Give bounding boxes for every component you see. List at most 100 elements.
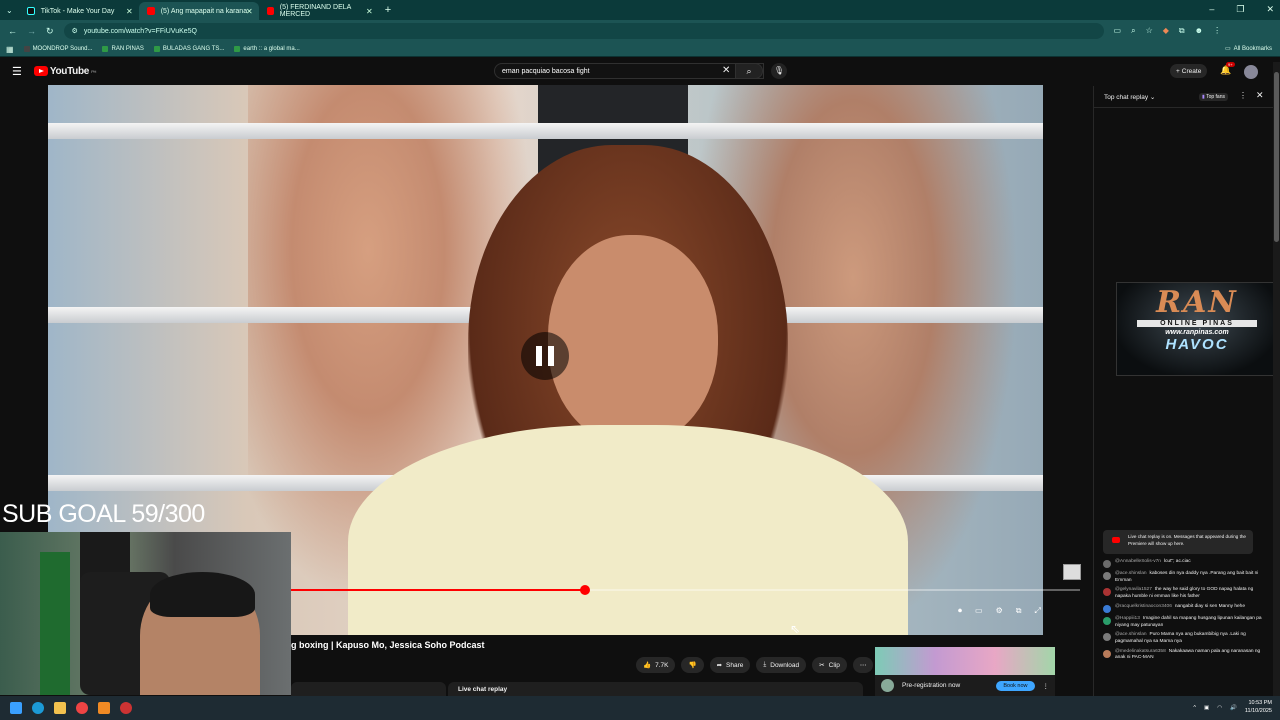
account-avatar[interactable] bbox=[1244, 65, 1258, 79]
clip-label: Clip bbox=[828, 661, 840, 669]
live-chat-replay-tab[interactable]: Live chat replay bbox=[448, 682, 863, 696]
browser-tab-strip: ⌄ TikTok - Make Your Day ✕ (5) Ang mapap… bbox=[0, 0, 1280, 20]
speaker-face bbox=[548, 235, 718, 445]
profile-icon[interactable]: ☻ bbox=[1195, 26, 1203, 36]
tab-youtube-2[interactable]: (5) FERDINAND DELA MERCED ✕ bbox=[259, 2, 379, 20]
tab-search-icon[interactable]: ⌄ bbox=[6, 6, 13, 15]
video-title: g boxing | Kapuso Mo, Jessica Soho Podca… bbox=[291, 640, 485, 650]
scrollbar-thumb[interactable] bbox=[1274, 72, 1279, 242]
tab-label: (5) Ang mapapait na karana bbox=[160, 7, 248, 15]
voice-search-icon[interactable]: 🎙 bbox=[771, 63, 787, 79]
tab-tiktok[interactable]: TikTok - Make Your Day ✕ bbox=[19, 2, 139, 20]
menu-kebab-icon[interactable]: ⋮ bbox=[1213, 26, 1221, 36]
chat-avatar[interactable] bbox=[1103, 588, 1111, 597]
site-info-icon[interactable]: ⚙ bbox=[72, 27, 78, 35]
autoplay-toggle-icon[interactable]: ⏺ bbox=[958, 606, 962, 616]
maximize-icon[interactable]: ❐ bbox=[1236, 4, 1244, 15]
close-tab-icon[interactable]: ✕ bbox=[366, 7, 373, 16]
tray-chevron-icon[interactable]: ^ bbox=[1193, 705, 1196, 711]
bookmark-item[interactable]: earth :: a global ma... bbox=[234, 46, 300, 52]
volume-icon[interactable]: 🔊 bbox=[1230, 705, 1237, 711]
youtube-logo[interactable]: YouTube PH bbox=[33, 66, 96, 77]
zoom-icon[interactable]: ⌕ bbox=[1131, 26, 1135, 36]
video-progress-bar[interactable] bbox=[290, 585, 1080, 595]
chrome-icon[interactable] bbox=[76, 702, 88, 714]
top-fans-button[interactable]: ▮ Top fans bbox=[1199, 93, 1228, 101]
player-controls-right: ⏺ ▭ ⚙ ⧉ ⤢ bbox=[958, 606, 1041, 616]
settings-gear-icon[interactable]: ⚙ bbox=[996, 606, 1003, 616]
chat-author[interactable]: @Happiii13 bbox=[1115, 616, 1140, 621]
chat-author[interactable]: @ace.shinslan bbox=[1115, 632, 1147, 637]
bookmark-star-icon[interactable]: ☆ bbox=[1146, 26, 1153, 36]
close-chat-icon[interactable]: ✕ bbox=[1256, 90, 1264, 101]
miniplayer-icon[interactable]: ⧉ bbox=[1016, 606, 1022, 616]
ad-more-icon[interactable]: ⋮ bbox=[1043, 682, 1050, 690]
chat-avatar[interactable] bbox=[1103, 604, 1111, 613]
hamburger-menu-icon[interactable]: ☰ bbox=[12, 65, 22, 78]
dislike-button[interactable]: 👎 bbox=[681, 657, 704, 673]
progress-played bbox=[290, 589, 585, 591]
ad-book-now-button[interactable]: Book now bbox=[996, 680, 1035, 691]
chat-mode-dropdown[interactable]: Top chat replay ⌄ bbox=[1104, 93, 1155, 101]
windows-start-icon[interactable] bbox=[10, 702, 22, 714]
bookmark-item[interactable]: BULADAS GANG TS... bbox=[153, 46, 225, 52]
chat-avatar[interactable] bbox=[1103, 560, 1111, 568]
chat-replay-notice: Live chat replay is on. Messages that ap… bbox=[1103, 530, 1253, 554]
minimize-icon[interactable]: – bbox=[1209, 4, 1214, 15]
more-actions-button[interactable]: ⋯ bbox=[852, 657, 874, 673]
cast-icon[interactable]: ▭ bbox=[1114, 26, 1122, 36]
pause-icon[interactable] bbox=[521, 332, 569, 380]
captions-icon[interactable]: ▭ bbox=[975, 606, 983, 616]
chat-avatar[interactable] bbox=[1103, 633, 1111, 642]
download-button[interactable]: ⤓ Download bbox=[756, 657, 807, 673]
tray-app-icon[interactable]: ▣ bbox=[1204, 705, 1209, 711]
close-tab-icon[interactable]: ✕ bbox=[126, 7, 133, 16]
bookmark-label: BULADAS GANG TS... bbox=[162, 46, 225, 52]
clip-button[interactable]: ✂ Clip bbox=[812, 657, 847, 673]
ad-card[interactable]: Pre-registration now Book now ⋮ bbox=[875, 647, 1055, 696]
extension-icon[interactable]: ◆ bbox=[1163, 26, 1169, 36]
edge-icon[interactable] bbox=[32, 702, 44, 714]
sponsor-banner[interactable]: RAN ONLINE PINAS www.ranpinas.com HAVOC bbox=[1116, 282, 1278, 376]
progress-scrubber[interactable] bbox=[579, 585, 590, 595]
apps-grid-icon[interactable]: ▦ bbox=[6, 45, 14, 54]
chat-more-icon[interactable]: ⋮ bbox=[1239, 91, 1247, 100]
chat-author[interactable]: @gelynavila1527 bbox=[1115, 587, 1152, 592]
bookmark-item[interactable]: RAN PINAS bbox=[102, 46, 144, 52]
thumbs-down-icon: 👎 bbox=[688, 662, 697, 669]
share-button[interactable]: ➦ Share bbox=[709, 657, 751, 673]
streamer-hair bbox=[150, 572, 255, 617]
create-button[interactable]: + Create bbox=[1170, 64, 1208, 78]
chat-author[interactable]: @AnnabelleSolis-v7n bbox=[1115, 559, 1161, 564]
clock[interactable]: 10:53 PM 11/10/2025 bbox=[1245, 700, 1272, 715]
extensions-puzzle-icon[interactable]: ⧉ bbox=[1179, 26, 1185, 36]
close-tab-icon[interactable]: ✕ bbox=[246, 7, 253, 16]
all-bookmarks[interactable]: ▭ All Bookmarks bbox=[1225, 45, 1272, 53]
app-icon-2[interactable] bbox=[120, 702, 132, 714]
notifications-bell-icon[interactable]: 🔔 9+ bbox=[1220, 62, 1235, 76]
new-tab-icon[interactable]: + bbox=[385, 4, 391, 16]
clear-search-icon[interactable]: ✕ bbox=[722, 65, 730, 76]
back-icon[interactable]: ← bbox=[8, 26, 17, 37]
bookmark-item[interactable]: MOONDROP Sound... bbox=[23, 46, 92, 52]
fullscreen-icon[interactable]: ⤢ bbox=[1034, 606, 1040, 616]
webcam-feed bbox=[0, 532, 291, 695]
file-explorer-icon[interactable] bbox=[54, 702, 66, 714]
page-scrollbar[interactable] bbox=[1273, 62, 1280, 696]
chat-avatar[interactable] bbox=[1103, 649, 1111, 658]
wifi-icon[interactable]: ◠ bbox=[1217, 705, 1222, 711]
close-window-icon[interactable]: ✕ bbox=[1266, 4, 1274, 15]
chat-author[interactable]: @medelinakatsura6358 bbox=[1115, 649, 1166, 654]
url-field[interactable]: ⚙ youtube.com/watch?v=FFiUVuKe5Q bbox=[63, 23, 1104, 39]
tab-youtube-active[interactable]: (5) Ang mapapait na karana ✕ bbox=[138, 2, 259, 20]
chat-avatar[interactable] bbox=[1103, 572, 1111, 580]
sponsor-tag: HAVOC bbox=[1165, 336, 1229, 353]
app-icon[interactable] bbox=[98, 702, 110, 714]
search-button[interactable]: ⌕ bbox=[735, 63, 763, 79]
forward-icon[interactable]: → bbox=[27, 26, 36, 37]
chat-avatar[interactable] bbox=[1103, 616, 1111, 625]
like-button[interactable]: 👍 7.7K bbox=[636, 657, 676, 673]
reload-icon[interactable]: ↻ bbox=[46, 26, 54, 37]
chat-author[interactable]: @racquelkristinaocon3406 bbox=[1115, 604, 1172, 609]
chat-author[interactable]: @ace.shinslan bbox=[1115, 571, 1147, 576]
